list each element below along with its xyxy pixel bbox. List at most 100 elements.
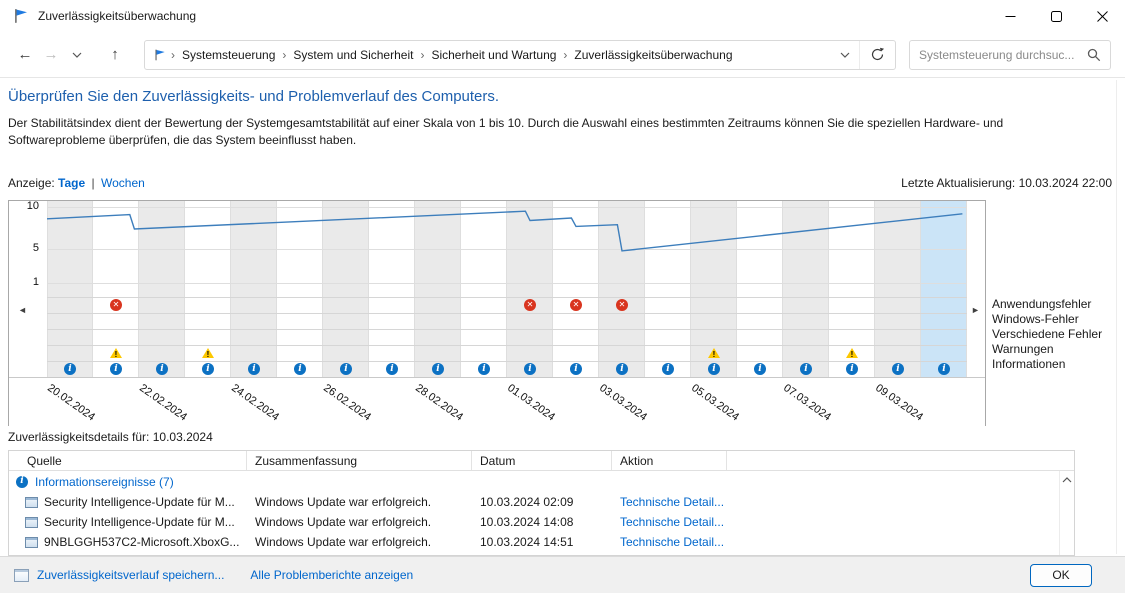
- source-cell: Security Intelligence-Update für M...: [44, 515, 235, 529]
- legend-label: Warnungen: [992, 342, 1102, 357]
- detail-row[interactable]: Security Intelligence-Update für M...Win…: [9, 512, 1074, 532]
- reliability-monitor-window: { "window": { "title": "Zuverlässigkeits…: [0, 0, 1125, 593]
- info-icon[interactable]: i: [156, 363, 168, 375]
- address-flag-icon: [153, 48, 167, 62]
- window-controls: [987, 0, 1125, 32]
- info-icon[interactable]: i: [294, 363, 306, 375]
- main-content: Überprüfen Sie den Zuverlässigkeits- und…: [0, 78, 1125, 556]
- warning-icon[interactable]: !: [846, 347, 858, 359]
- warning-icon[interactable]: !: [110, 347, 122, 359]
- x-axis-date-label: 07.03.2024: [781, 382, 833, 423]
- breadcrumb-item-zuverlaessigkeitsueberwachung[interactable]: Zuverlässigkeitsüberwachung: [571, 48, 735, 62]
- info-icon: i: [16, 476, 28, 488]
- back-button[interactable]: ←: [12, 41, 38, 69]
- address-bar[interactable]: › Systemsteuerung › System und Sicherhei…: [144, 40, 896, 70]
- error-icon[interactable]: ✕: [524, 299, 536, 311]
- breadcrumb-separator-icon: ›: [559, 48, 571, 62]
- warning-icon[interactable]: !: [202, 347, 214, 359]
- close-button[interactable]: [1079, 0, 1125, 32]
- group-row-informationsereignisse[interactable]: i Informationsereignisse (7): [9, 471, 1074, 492]
- event-row-0: [47, 297, 967, 313]
- info-icon[interactable]: i: [570, 363, 582, 375]
- application-icon: [25, 517, 38, 528]
- breadcrumb-separator-icon: ›: [416, 48, 428, 62]
- refresh-button[interactable]: [859, 41, 895, 69]
- technical-details-link[interactable]: Technische Detail...: [612, 515, 727, 529]
- info-icon[interactable]: i: [202, 363, 214, 375]
- info-icon[interactable]: i: [432, 363, 444, 375]
- y-axis-tick: 5: [9, 242, 39, 254]
- error-icon[interactable]: ✕: [616, 299, 628, 311]
- group-label: Informationsereignisse (7): [35, 475, 174, 489]
- x-axis-date-label: 28.02.2024: [413, 382, 465, 423]
- info-icon[interactable]: i: [800, 363, 812, 375]
- forward-button[interactable]: →: [38, 41, 64, 69]
- info-icon[interactable]: i: [110, 363, 122, 375]
- breadcrumb-item-systemsteuerung[interactable]: Systemsteuerung: [179, 48, 278, 62]
- history-dropdown-icon[interactable]: [64, 41, 90, 69]
- show-all-reports-link[interactable]: Alle Problemberichte anzeigen: [250, 568, 413, 582]
- chart-scroll-right-arrow[interactable]: ►: [971, 305, 980, 315]
- info-icon[interactable]: i: [938, 363, 950, 375]
- view-switcher: Anzeige: Tage | Wochen: [8, 176, 145, 190]
- info-icon[interactable]: i: [524, 363, 536, 375]
- details-rows: Security Intelligence-Update für M... Win…: [9, 492, 1074, 552]
- info-icon[interactable]: i: [386, 363, 398, 375]
- y-axis-tick: 10: [9, 200, 39, 212]
- save-report-icon: [14, 569, 29, 582]
- breadcrumb-item-system-und-sicherheit[interactable]: System und Sicherheit: [290, 48, 416, 62]
- warning-icon[interactable]: !: [708, 347, 720, 359]
- technical-details-link[interactable]: Technische Detail...: [612, 495, 727, 509]
- info-icon[interactable]: i: [616, 363, 628, 375]
- info-icon[interactable]: i: [754, 363, 766, 375]
- info-icon[interactable]: i: [64, 363, 76, 375]
- x-axis-date-label: 22.02.2024: [137, 382, 189, 423]
- x-axis-date-label: 24.02.2024: [229, 382, 281, 423]
- column-header-zusammenfassung[interactable]: Zusammenfassung: [247, 451, 472, 470]
- page-title: Überprüfen Sie den Zuverlässigkeits- und…: [8, 88, 499, 105]
- breadcrumb-separator-icon: ›: [167, 48, 179, 62]
- view-days-link[interactable]: Tage: [58, 176, 85, 190]
- details-table: Quelle Zusammenfassung Datum Aktion i In…: [8, 450, 1075, 556]
- error-icon[interactable]: ✕: [110, 299, 122, 311]
- technical-details-link[interactable]: Technische Detail...: [612, 535, 727, 549]
- x-axis-date-label: 05.03.2024: [689, 382, 741, 423]
- search-input[interactable]: [919, 48, 1087, 62]
- up-button[interactable]: ↑: [102, 41, 128, 69]
- view-weeks-link[interactable]: Wochen: [101, 176, 145, 190]
- error-icon[interactable]: ✕: [570, 299, 582, 311]
- maximize-button[interactable]: [1033, 0, 1079, 32]
- chart-scroll-left-arrow[interactable]: ◄: [18, 305, 27, 315]
- content-scrollbar[interactable]: [1116, 80, 1117, 554]
- breadcrumb-item-sicherheit-und-wartung[interactable]: Sicherheit und Wartung: [428, 48, 559, 62]
- details-scrollbar[interactable]: [1059, 471, 1074, 555]
- info-icon[interactable]: i: [248, 363, 260, 375]
- details-table-header: Quelle Zusammenfassung Datum Aktion: [9, 451, 1074, 471]
- info-icon[interactable]: i: [478, 363, 490, 375]
- navigation-bar: ← → ↑ › Systemsteuerung › System und Sic…: [0, 32, 1125, 78]
- address-dropdown-icon[interactable]: [831, 52, 859, 58]
- info-icon[interactable]: i: [340, 363, 352, 375]
- x-axis-date-label: 26.02.2024: [321, 382, 373, 423]
- ok-button[interactable]: OK: [1030, 564, 1092, 587]
- column-header-quelle[interactable]: Quelle: [9, 451, 247, 470]
- legend-label: Informationen: [992, 357, 1102, 372]
- date-axis: 20.02.202422.02.202424.02.202426.02.2024…: [9, 377, 985, 426]
- summary-cell: Windows Update war erfolgreich.: [247, 535, 472, 549]
- info-icon[interactable]: i: [892, 363, 904, 375]
- detail-row[interactable]: 9NBLGGH537C2-Microsoft.XboxG...Windows U…: [9, 532, 1074, 552]
- save-history-link[interactable]: Zuverlässigkeitsverlauf speichern...: [37, 568, 224, 582]
- column-header-datum[interactable]: Datum: [472, 451, 612, 470]
- column-header-aktion[interactable]: Aktion: [612, 451, 727, 470]
- scroll-up-icon[interactable]: [1062, 477, 1072, 483]
- search-icon[interactable]: [1087, 48, 1101, 62]
- legend-label: Verschiedene Fehler: [992, 327, 1102, 342]
- info-icon[interactable]: i: [846, 363, 858, 375]
- source-cell: Security Intelligence-Update für M...: [44, 495, 235, 509]
- info-icon[interactable]: i: [662, 363, 674, 375]
- info-icon[interactable]: i: [708, 363, 720, 375]
- detail-row[interactable]: Security Intelligence-Update für M...Win…: [9, 492, 1074, 512]
- search-box[interactable]: [909, 40, 1111, 70]
- minimize-button[interactable]: [987, 0, 1033, 32]
- reliability-flag-icon: [12, 7, 30, 25]
